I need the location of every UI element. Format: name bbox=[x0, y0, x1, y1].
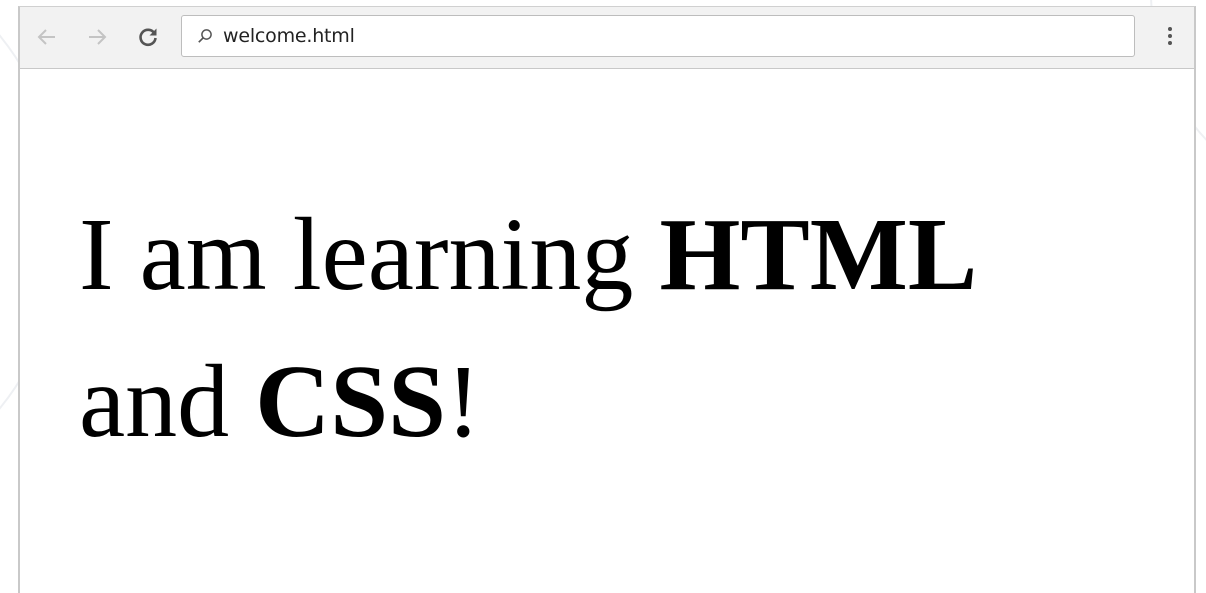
reload-button[interactable] bbox=[134, 23, 162, 51]
arrow-right-icon bbox=[86, 26, 108, 48]
browser-toolbar: welcome.html bbox=[20, 7, 1194, 69]
page-heading: I am learning HTML and CSS! bbox=[79, 181, 1139, 475]
arrow-left-icon bbox=[36, 26, 58, 48]
address-bar[interactable]: welcome.html bbox=[181, 15, 1135, 57]
back-button[interactable] bbox=[33, 23, 61, 51]
browser-window: welcome.html I am learning HTML and CSS! bbox=[18, 6, 1196, 593]
screen: welcome.html I am learning HTML and CSS! bbox=[0, 0, 1206, 593]
address-bar-url: welcome.html bbox=[223, 25, 355, 47]
page-content: I am learning HTML and CSS! bbox=[20, 69, 1194, 593]
heading-text: ! bbox=[445, 344, 481, 459]
heading-bold-html: HTML bbox=[659, 197, 978, 312]
heading-text: I am learning bbox=[79, 197, 660, 312]
heading-bold-css: CSS bbox=[255, 344, 446, 459]
kebab-menu-icon bbox=[1167, 26, 1173, 51]
reload-icon bbox=[137, 26, 159, 48]
heading-text: and bbox=[79, 344, 256, 459]
search-icon bbox=[196, 27, 214, 45]
browser-menu-button[interactable] bbox=[1160, 24, 1180, 52]
forward-button[interactable] bbox=[83, 23, 111, 51]
